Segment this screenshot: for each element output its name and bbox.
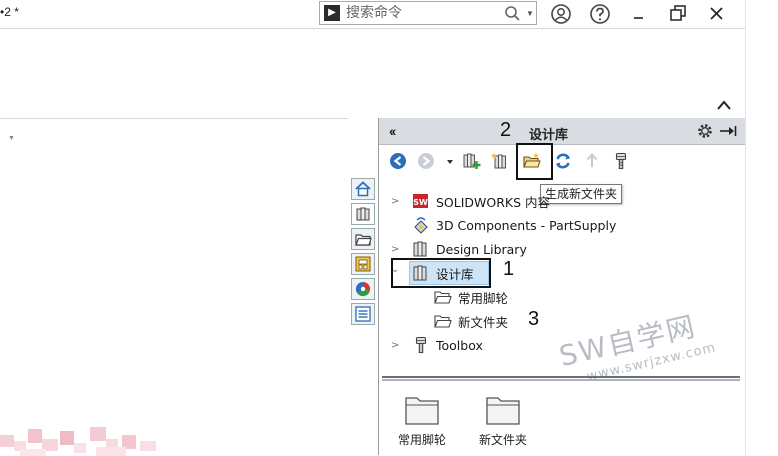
tab-resources[interactable] [351,178,375,200]
tree-item-label: 常用脚轮 [458,290,509,306]
folder-icon [434,291,452,304]
tree-item-label: 3D Components - PartSupply [436,217,617,233]
folder-tile-new-folder[interactable]: 新文件夹 [463,394,543,448]
flyout-arrow-icon[interactable]: ▼ [8,135,15,142]
folder-icon [355,234,372,246]
tree-item-label: SOLIDWORKS 内容 [436,194,551,210]
expand-chevron-icon[interactable]: > [391,196,401,207]
callout-number-2: 2 [500,119,512,141]
new-folder-tooltip: 生成新文件夹 [540,184,623,204]
command-ribbon [0,28,745,118]
expand-chevron-icon[interactable]: > [391,340,401,351]
add-file-location-icon[interactable] [490,151,510,171]
callout-box-local-library [391,258,491,288]
callout-number-1: 1 [503,258,515,280]
design-library-panel: ‹‹ 设计库 生成新文件夹 > SW SOLIDWORKS 内容 3D Comp… [378,118,745,455]
refresh-icon[interactable] [553,151,573,171]
title-bar: •2 * ▶ ▼ [0,0,745,28]
history-dropdown-icon[interactable] [444,151,456,171]
search-input[interactable] [346,4,496,22]
user-account-icon[interactable] [549,2,573,26]
tree-item-solidworks-content[interactable]: > SW SOLIDWORKS 内容 [391,190,550,212]
task-pane-tabs [348,170,378,340]
tree-item-label: Toolbox [436,337,483,353]
panel-header: ‹‹ 设计库 [379,118,745,145]
command-prompt-icon: ▶ [324,5,340,21]
tree-item-label: Design Library [436,241,527,257]
tab-view-palette[interactable] [351,253,375,275]
folder-tile-label: 新文件夹 [478,433,527,447]
tree-item-label: 新文件夹 [458,314,509,330]
pixelated-region [0,427,156,456]
search-icon[interactable] [504,5,522,23]
collapse-panel-icon[interactable]: ‹‹ [389,123,396,139]
tree-item-casters-folder[interactable]: 常用脚轮 [433,286,508,308]
view-palette-icon [355,256,371,272]
folder-tile-casters[interactable]: 常用脚轮 [382,394,462,448]
tab-file-explorer[interactable] [351,228,375,250]
minimize-icon[interactable] [629,2,653,26]
callout-box-new-folder [516,143,553,180]
right-margin [745,0,778,455]
tree-item-new-folder[interactable]: 新文件夹 [433,310,508,332]
toolbox-bolt-icon [415,336,427,354]
svg-text:SW: SW [413,198,428,207]
graphics-area[interactable]: ▼ [0,118,348,456]
3d-components-icon [414,217,428,234]
folder-icon [486,397,520,425]
restore-window-icon[interactable] [667,2,691,26]
up-one-level-icon[interactable] [582,151,602,171]
add-to-library-icon[interactable] [461,151,481,171]
properties-list-icon [355,306,371,322]
books-icon [356,207,370,221]
back-arrow-icon[interactable] [388,151,408,171]
expand-chevron-icon[interactable]: > [391,244,401,255]
books-icon [413,241,427,257]
tree-item-3d-components[interactable]: 3D Components - PartSupply [391,214,616,236]
gear-icon[interactable] [696,122,714,140]
folder-contents-pane: 常用脚轮 新文件夹 [379,384,745,455]
tab-design-library[interactable] [351,203,375,225]
tree-item-toolbox[interactable]: > Toolbox [391,334,483,356]
solidworks-logo-icon: SW [413,194,428,208]
pane-splitter[interactable] [382,376,740,381]
tab-appearances[interactable] [351,278,375,300]
help-icon[interactable] [588,2,612,26]
command-search-box[interactable]: ▶ ▼ [319,1,537,25]
panel-title: 设计库 [529,128,569,143]
tree-item-design-library[interactable]: > Design Library [391,238,527,260]
folder-icon [434,315,452,328]
tab-custom-properties[interactable] [351,303,375,325]
pin-icon[interactable] [719,123,737,139]
callout-number-3: 3 [528,308,540,330]
close-icon[interactable] [705,2,729,26]
document-title: •2 * [0,5,19,19]
chevron-up-icon[interactable] [715,97,733,113]
folder-icon [405,397,439,425]
appearance-sphere-icon [355,281,371,297]
toolbox-bolt-icon[interactable] [611,151,631,171]
home-icon [355,181,371,197]
forward-arrow-icon[interactable] [416,151,436,171]
chevron-down-icon[interactable]: ▼ [526,9,534,18]
folder-tile-label: 常用脚轮 [397,433,446,447]
